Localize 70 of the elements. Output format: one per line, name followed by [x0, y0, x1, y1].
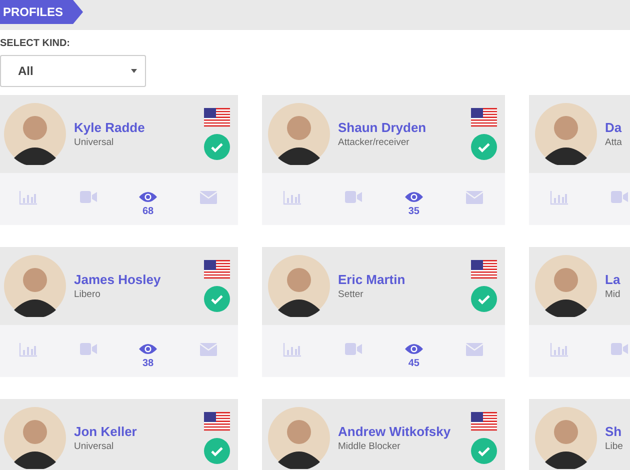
flag-icon: [204, 260, 230, 280]
avatar-silhouette-icon: [4, 255, 66, 317]
video-camera-icon[interactable]: [610, 191, 628, 203]
view-count: 68: [142, 206, 154, 217]
player-name[interactable]: Da: [605, 120, 630, 135]
video-camera-icon[interactable]: [344, 343, 362, 355]
bar-chart-icon[interactable]: [550, 343, 568, 357]
eye-icon[interactable]: [404, 343, 423, 355]
player-position: Attacker/receiver: [338, 137, 410, 148]
player-position: Mid: [605, 289, 622, 300]
avatar-silhouette-icon: [4, 103, 66, 165]
bar-chart-icon[interactable]: [19, 191, 37, 205]
player-name[interactable]: La: [605, 272, 630, 287]
player-position: Setter: [338, 289, 364, 300]
view-count: 38: [142, 358, 154, 369]
player-position: Universal: [74, 441, 115, 452]
video-camera-icon[interactable]: [344, 191, 362, 203]
profile-card[interactable]: Eric Martin Setter 45: [262, 247, 505, 377]
bar-chart-icon[interactable]: [283, 191, 302, 205]
player-position: Universal: [74, 137, 115, 148]
avatar-silhouette-icon: [4, 407, 66, 469]
player-position: Libe: [605, 441, 624, 452]
profile-card[interactable]: James Hosley Libero 38: [0, 247, 238, 377]
envelope-icon[interactable]: [200, 191, 216, 204]
avatar-silhouette-icon: [535, 255, 597, 317]
avatar-silhouette-icon: [268, 407, 330, 469]
eye-icon[interactable]: [139, 191, 157, 203]
flag-icon: [471, 108, 497, 128]
kind-dropdown[interactable]: All: [0, 55, 146, 87]
caret-icon: [131, 69, 137, 73]
player-name[interactable]: Kyle Radde: [74, 120, 204, 135]
player-name[interactable]: James Hosley: [74, 272, 204, 287]
profile-card[interactable]: Da Atta: [529, 95, 630, 225]
envelope-icon[interactable]: [466, 191, 484, 204]
player-name[interactable]: Jon Keller: [74, 424, 204, 439]
profile-card[interactable]: La Mid: [529, 247, 630, 377]
player-name[interactable]: Shaun Dryden: [338, 120, 471, 135]
player-name[interactable]: Andrew Witkofsky: [338, 424, 471, 439]
profile-card[interactable]: Andrew Witkofsky Middle Blocker: [262, 399, 505, 470]
flag-icon: [471, 260, 497, 280]
envelope-icon[interactable]: [200, 343, 216, 356]
player-position: Atta: [605, 137, 623, 148]
profile-card[interactable]: Jon Keller Universal: [0, 399, 238, 470]
eye-icon[interactable]: [139, 343, 157, 355]
flag-icon: [204, 108, 230, 128]
profile-card[interactable]: Sh Libe: [529, 399, 630, 470]
video-camera-icon[interactable]: [610, 343, 628, 355]
envelope-icon[interactable]: [466, 343, 484, 356]
player-position: Libero: [74, 289, 102, 300]
avatar-silhouette-icon: [535, 407, 597, 469]
player-name[interactable]: Sh: [605, 424, 630, 439]
avatar-silhouette-icon: [535, 103, 597, 165]
video-camera-icon[interactable]: [80, 191, 96, 203]
profile-card[interactable]: Shaun Dryden Attacker/receiver 35: [262, 95, 505, 225]
filter-label: SELECT KIND:: [0, 38, 71, 49]
bar-chart-icon[interactable]: [19, 343, 37, 357]
bar-chart-icon[interactable]: [283, 343, 302, 357]
view-count: 45: [408, 358, 420, 369]
bar-chart-icon[interactable]: [550, 191, 568, 205]
avatar-silhouette-icon: [268, 103, 330, 165]
player-name[interactable]: Eric Martin: [338, 272, 471, 287]
player-position: Middle Blocker: [338, 441, 402, 452]
profile-card[interactable]: Kyle Radde Universal 68: [0, 95, 238, 225]
flag-icon: [471, 412, 497, 432]
video-camera-icon[interactable]: [80, 343, 96, 355]
flag-icon: [204, 412, 230, 432]
eye-icon[interactable]: [404, 191, 423, 203]
avatar-silhouette-icon: [268, 255, 330, 317]
profiles-tab[interactable]: PROFILES: [0, 0, 84, 24]
view-count: 35: [408, 206, 420, 217]
